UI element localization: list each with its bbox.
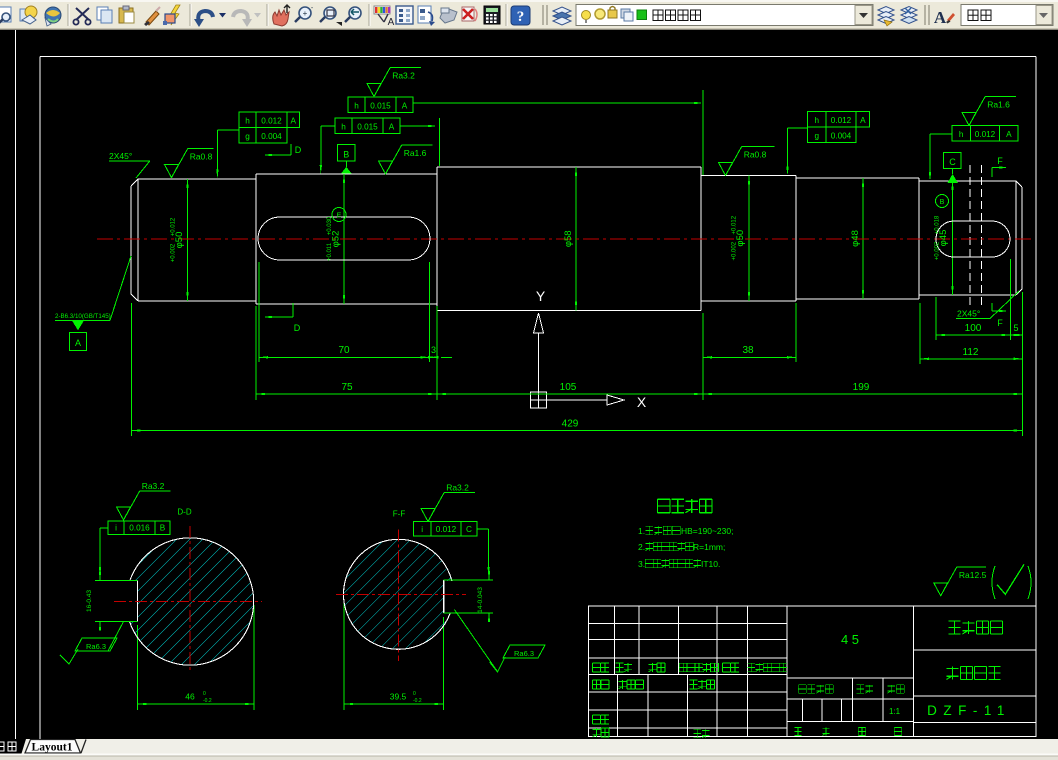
svg-text:A: A bbox=[290, 117, 296, 126]
svg-text:C: C bbox=[466, 525, 472, 534]
svg-text:3.: 3. bbox=[638, 559, 645, 569]
svg-text:h: h bbox=[341, 123, 346, 132]
svg-text:0.004: 0.004 bbox=[831, 132, 852, 141]
svg-text:g: g bbox=[815, 132, 820, 141]
svg-text:75: 75 bbox=[341, 382, 353, 393]
svg-text:+0.002: +0.002 bbox=[935, 241, 941, 260]
svg-text:46: 46 bbox=[185, 692, 195, 702]
svg-text:0.015: 0.015 bbox=[370, 102, 391, 111]
svg-text:A: A bbox=[1006, 130, 1012, 139]
svg-text:39.5: 39.5 bbox=[390, 692, 407, 702]
svg-text:38: 38 bbox=[742, 345, 754, 356]
svg-text:0.012: 0.012 bbox=[975, 130, 996, 139]
svg-text:HB=190~230;: HB=190~230; bbox=[681, 526, 733, 536]
svg-text:Ra6.3: Ra6.3 bbox=[86, 642, 106, 651]
svg-text:E: E bbox=[337, 213, 342, 220]
svg-text:B: B bbox=[343, 150, 349, 160]
svg-text:0.004: 0.004 bbox=[261, 132, 282, 141]
svg-text:i: i bbox=[115, 524, 117, 533]
svg-text:B: B bbox=[160, 524, 166, 533]
svg-text:Ra6.3: Ra6.3 bbox=[514, 649, 534, 658]
svg-text:0.016: 0.016 bbox=[129, 524, 150, 533]
svg-text:φ48: φ48 bbox=[850, 230, 861, 247]
svg-text:g: g bbox=[245, 132, 250, 141]
svg-text:4 5: 4 5 bbox=[841, 632, 859, 647]
svg-text:16-0.43: 16-0.43 bbox=[86, 590, 93, 612]
svg-text:IT10.: IT10. bbox=[701, 559, 720, 569]
svg-text:3: 3 bbox=[431, 345, 436, 355]
svg-text:Ra3.2: Ra3.2 bbox=[446, 483, 469, 493]
svg-text:F: F bbox=[997, 318, 1003, 328]
svg-text:A: A bbox=[389, 123, 395, 132]
svg-text:C: C bbox=[949, 157, 956, 167]
svg-text:φ58: φ58 bbox=[563, 230, 574, 247]
svg-text:105: 105 bbox=[560, 382, 577, 393]
svg-text:100: 100 bbox=[965, 323, 982, 334]
svg-text:Ra12.5: Ra12.5 bbox=[959, 570, 987, 580]
svg-text:199: 199 bbox=[853, 382, 870, 393]
svg-text:0.012: 0.012 bbox=[261, 117, 282, 126]
svg-text:h: h bbox=[959, 130, 964, 139]
svg-text:i: i bbox=[421, 525, 423, 534]
svg-text:0.012: 0.012 bbox=[436, 525, 457, 534]
svg-text:+0.018: +0.018 bbox=[935, 215, 941, 234]
svg-text:2X45°: 2X45° bbox=[109, 151, 132, 161]
svg-text:112: 112 bbox=[963, 347, 979, 358]
svg-text:Ra0.8: Ra0.8 bbox=[190, 152, 213, 162]
svg-text:+0.011: +0.011 bbox=[327, 242, 333, 261]
svg-text:0.012: 0.012 bbox=[831, 116, 852, 125]
svg-text:2-B6.3/10(GB/T145): 2-B6.3/10(GB/T145) bbox=[55, 313, 111, 320]
svg-text:+0.002: +0.002 bbox=[732, 241, 738, 260]
svg-text:D: D bbox=[295, 145, 302, 155]
svg-text:+0.002: +0.002 bbox=[171, 243, 177, 262]
svg-text:1:1: 1:1 bbox=[889, 707, 901, 716]
svg-text:A: A bbox=[75, 338, 81, 348]
svg-text:A: A bbox=[860, 116, 866, 125]
svg-text:1.: 1. bbox=[638, 526, 645, 536]
svg-text:DZF-11: DZF-11 bbox=[927, 703, 1011, 718]
svg-text:Ra3.2: Ra3.2 bbox=[392, 71, 415, 81]
svg-text:429: 429 bbox=[562, 419, 579, 430]
svg-text:A: A bbox=[388, 17, 395, 28]
svg-text:A: A bbox=[934, 8, 947, 27]
svg-text:Ra1.6: Ra1.6 bbox=[987, 100, 1010, 110]
svg-text:+0.030: +0.030 bbox=[327, 216, 333, 235]
svg-text:2X45°: 2X45° bbox=[957, 309, 980, 319]
svg-text:Layout1: Layout1 bbox=[32, 742, 73, 754]
svg-text:R=1mm;: R=1mm; bbox=[693, 542, 725, 552]
svg-text:B: B bbox=[940, 199, 945, 206]
svg-text:-0.2: -0.2 bbox=[413, 698, 422, 704]
svg-text:0: 0 bbox=[203, 691, 206, 697]
svg-text:70: 70 bbox=[338, 345, 350, 356]
svg-text:D-D: D-D bbox=[177, 508, 191, 517]
svg-text:F: F bbox=[997, 156, 1003, 166]
svg-text:h: h bbox=[815, 116, 820, 125]
svg-text:Ra0.8: Ra0.8 bbox=[744, 150, 767, 160]
svg-text:h: h bbox=[354, 102, 359, 111]
svg-text:0.015: 0.015 bbox=[357, 123, 378, 132]
svg-text:+0.012: +0.012 bbox=[171, 217, 177, 236]
svg-text:D: D bbox=[294, 323, 301, 333]
svg-text:Ra3.2: Ra3.2 bbox=[142, 481, 165, 491]
svg-text:0: 0 bbox=[413, 691, 416, 697]
svg-text:5: 5 bbox=[1013, 323, 1018, 333]
svg-text:X: X bbox=[637, 394, 647, 410]
svg-text:F-F: F-F bbox=[393, 510, 406, 519]
svg-text:+0.012: +0.012 bbox=[732, 215, 738, 234]
svg-text:+: + bbox=[303, 9, 308, 18]
svg-text:h: h bbox=[245, 117, 250, 126]
svg-text:A: A bbox=[402, 102, 408, 111]
svg-text:2.: 2. bbox=[638, 542, 645, 552]
svg-text:?: ? bbox=[517, 9, 525, 25]
svg-text:-0.2: -0.2 bbox=[203, 698, 212, 704]
svg-text:Ra1.6: Ra1.6 bbox=[404, 148, 427, 158]
svg-text:14-0.043: 14-0.043 bbox=[477, 587, 484, 613]
svg-text:Y: Y bbox=[536, 288, 546, 304]
